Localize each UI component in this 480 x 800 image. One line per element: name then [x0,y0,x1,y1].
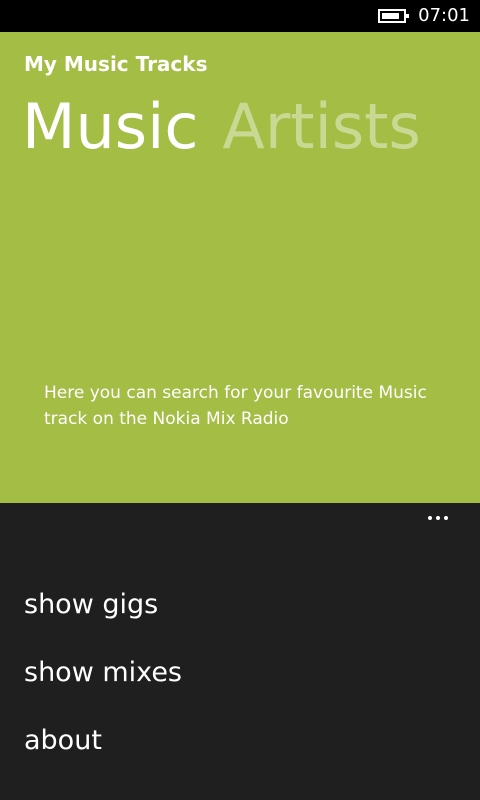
status-time: 07:01 [418,5,470,26]
ellipsis-icon[interactable] [428,513,456,523]
pivot-artists[interactable]: Artists [222,90,420,163]
menu-item-show-gigs[interactable]: show gigs [24,587,158,623]
battery-icon [378,9,409,23]
status-bar: 07:01 [0,0,480,32]
menu-item-show-mixes[interactable]: show mixes [24,655,182,691]
ellipsis-dot [428,516,432,520]
app-bar-menu: show gigs show mixes about [0,503,480,800]
app-title: My Music Tracks [24,52,208,76]
intro-text: Here you can search for your favourite M… [44,383,427,429]
ellipsis-dot [444,516,448,520]
main-content: My Music Tracks Music Artists Here you ca… [0,32,480,503]
menu-item-about[interactable]: about [24,723,102,759]
phone-screen: 07:01 My Music Tracks Music Artists Here … [0,0,480,800]
pivot-header: Music Artists [22,88,421,166]
ellipsis-dot [436,516,440,520]
pivot-music[interactable]: Music [22,90,198,163]
